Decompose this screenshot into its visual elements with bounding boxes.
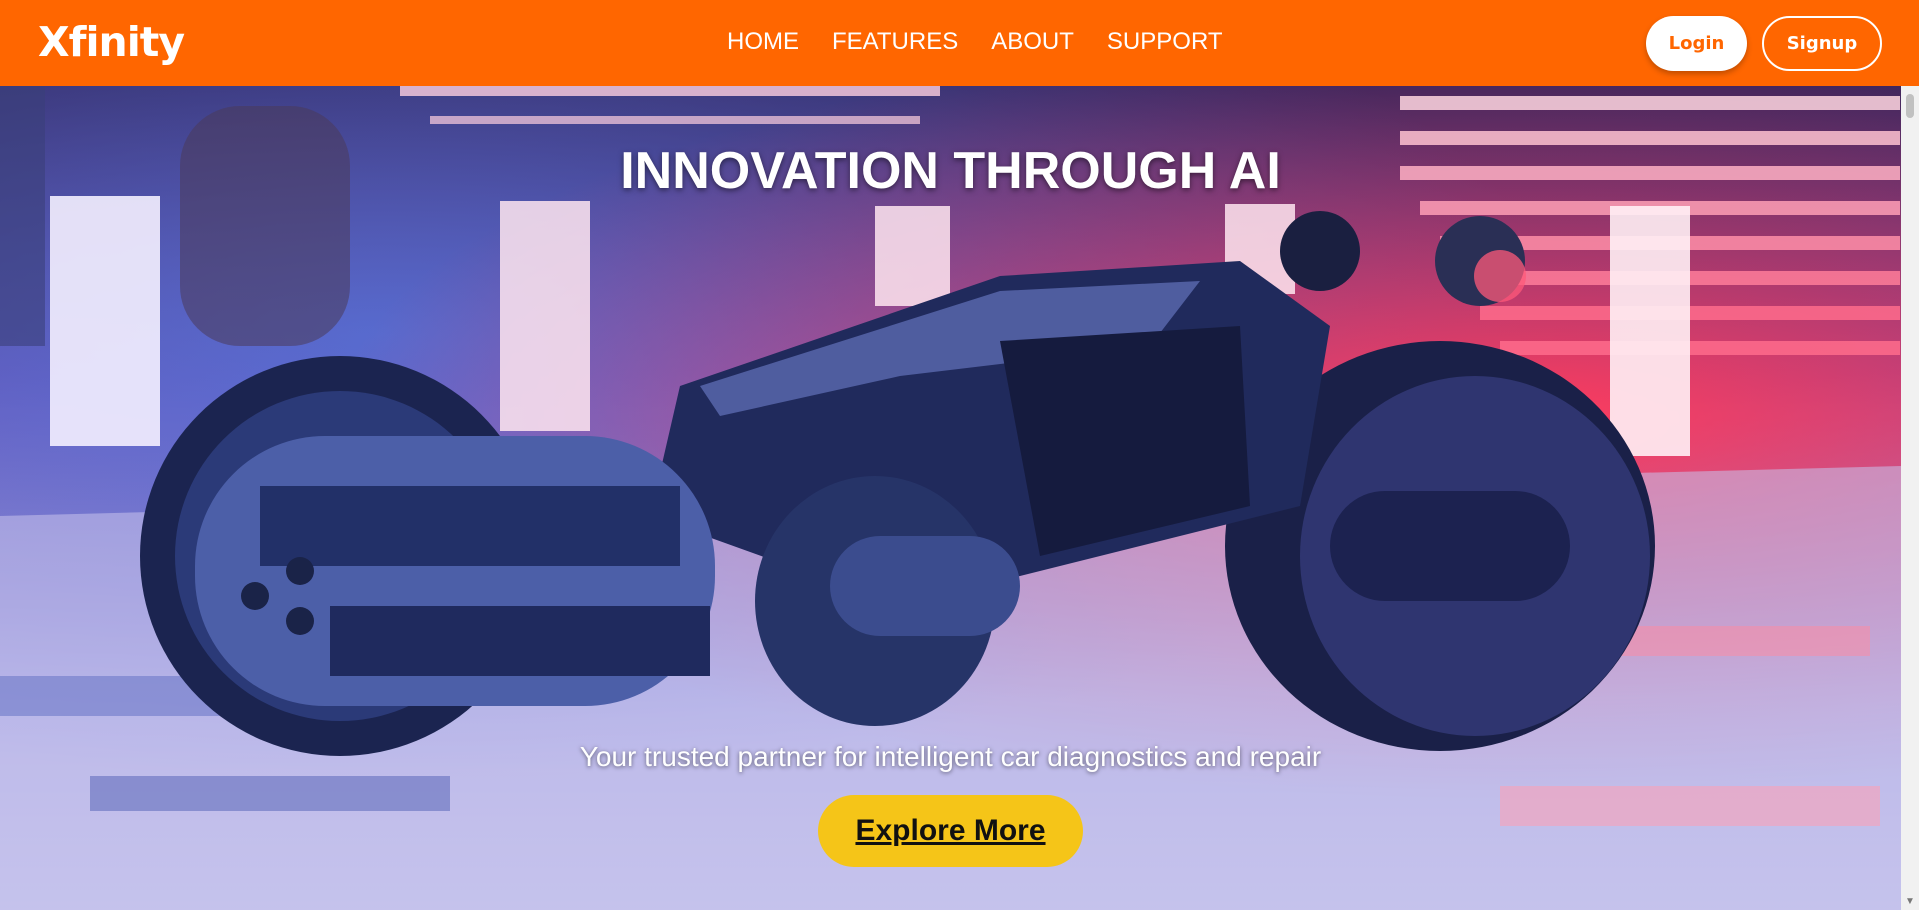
hero-section: INNOVATION THROUGH AI Your trusted partn… [0,86,1901,910]
nav-link-about[interactable]: ABOUT [991,28,1074,56]
nav-link-home[interactable]: HOME [727,28,799,56]
navbar: Xfinity HOME FEATURES ABOUT SUPPORT Logi… [0,0,1919,86]
nav-link-support[interactable]: SUPPORT [1107,28,1223,56]
hero-subtitle: Your trusted partner for intelligent car… [579,741,1322,772]
signup-button[interactable]: Signup [1762,16,1882,71]
page-scrollbar[interactable]: ▼ [1901,86,1919,910]
scrollbar-thumb[interactable] [1906,94,1914,118]
hero-background-image [0,86,1901,910]
hero-title: INNOVATION THROUGH AI [620,141,1281,200]
main-nav: HOME FEATURES ABOUT SUPPORT [727,28,1223,56]
brand-logo[interactable]: Xfinity [38,18,185,66]
login-button[interactable]: Login [1646,16,1747,71]
explore-more-button[interactable]: Explore More [818,795,1083,867]
scroll-down-arrow-icon[interactable]: ▼ [1904,896,1916,908]
nav-link-features[interactable]: FEATURES [832,28,958,56]
